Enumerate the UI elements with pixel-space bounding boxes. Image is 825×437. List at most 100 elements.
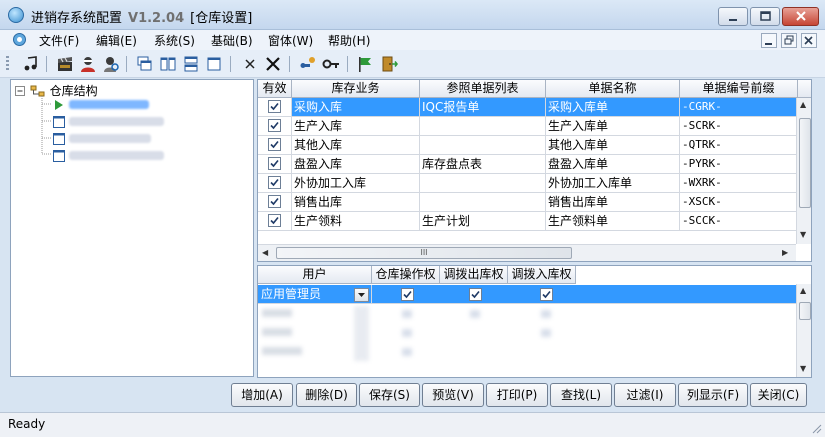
tree-item-4[interactable]	[53, 148, 164, 164]
user-dropdown-button[interactable]	[354, 288, 369, 302]
cell-business[interactable]: 外协加工入库	[292, 174, 420, 193]
valid-checkbox[interactable]	[268, 195, 281, 208]
menu-basic[interactable]: 基础(B)	[211, 32, 253, 49]
add-button[interactable]: 增加(A)	[231, 383, 293, 407]
column-header-valid[interactable]: 有效	[258, 80, 292, 98]
column-header-in[interactable]: 调拨入库权	[508, 266, 576, 284]
scroll-thumb[interactable]	[799, 118, 811, 208]
menu-system[interactable]: 系统(S)	[154, 32, 195, 49]
scroll-right-icon[interactable]: ▶	[782, 248, 788, 257]
business-grid[interactable]: 有效 库存业务 参照单据列表 单据名称 单据编号前缀 采购入库 IQC报告单 采购入…	[257, 79, 812, 262]
scroll-up-icon[interactable]: ▲	[800, 286, 806, 295]
maximize-button[interactable]	[750, 7, 780, 26]
cell-name[interactable]: 外协加工入库单	[546, 174, 680, 193]
cell-prefix[interactable]: -SCCK-	[680, 212, 798, 231]
mdi-minimize-button[interactable]	[761, 33, 777, 48]
resize-grip-icon[interactable]	[810, 422, 822, 434]
cell-ref[interactable]: 生产计划	[420, 212, 546, 231]
menu-window[interactable]: 窗体(W)	[268, 32, 313, 49]
business-grid-hscroll[interactable]: ◀ III ▶	[258, 244, 796, 261]
minimize-button[interactable]	[718, 7, 748, 26]
tile-vertical-icon[interactable]	[159, 55, 177, 73]
tree-item-1[interactable]	[53, 97, 149, 113]
column-header-business[interactable]: 库存业务	[292, 80, 420, 98]
cell-prefix[interactable]: -XSCK-	[680, 193, 798, 212]
cell-prefix[interactable]: -WXRK-	[680, 174, 798, 193]
cell-prefix[interactable]: -CGRK-	[680, 98, 798, 117]
scroll-down-icon[interactable]: ▼	[800, 230, 806, 239]
cell-name[interactable]: 生产领料单	[546, 212, 680, 231]
cell-valid[interactable]	[258, 174, 292, 193]
cell-valid[interactable]	[258, 193, 292, 212]
valid-checkbox[interactable]	[268, 138, 281, 151]
valid-checkbox[interactable]	[268, 100, 281, 113]
cell-ref[interactable]: IQC报告单	[420, 98, 546, 117]
delete-button[interactable]: 删除(D)	[296, 383, 357, 407]
cell-business[interactable]: 生产领料	[292, 212, 420, 231]
business-grid-vscroll[interactable]: ▲ ▼	[796, 98, 811, 244]
cell-business[interactable]: 生产入库	[292, 117, 420, 136]
cell-ref[interactable]	[420, 117, 546, 136]
cell-valid[interactable]	[258, 212, 292, 231]
column-header-name[interactable]: 单据名称	[546, 80, 680, 98]
flag-icon[interactable]	[356, 55, 374, 73]
permission-grid[interactable]: 用户 仓库操作权 调拨出库权 调拨入库权 应用管理员 ▲ ▼	[257, 265, 812, 378]
cell-valid[interactable]	[258, 117, 292, 136]
valid-checkbox[interactable]	[268, 214, 281, 227]
key-icon[interactable]	[322, 55, 340, 73]
column-display-button[interactable]: 列显示(F)	[678, 383, 748, 407]
cell-ref[interactable]	[420, 193, 546, 212]
cell-ref[interactable]	[420, 174, 546, 193]
filter-button[interactable]: 过滤(I)	[614, 383, 676, 407]
user-search-icon[interactable]	[102, 55, 120, 73]
valid-checkbox[interactable]	[268, 157, 281, 170]
scroll-up-icon[interactable]: ▲	[800, 100, 806, 109]
scroll-down-icon[interactable]: ▼	[800, 364, 806, 373]
column-header-op[interactable]: 仓库操作权	[372, 266, 440, 284]
save-button[interactable]: 保存(S)	[359, 383, 420, 407]
toolbar-grip[interactable]	[6, 56, 9, 72]
menu-file[interactable]: 文件(F)	[39, 32, 79, 49]
mdi-close-button[interactable]	[801, 33, 817, 48]
exit-door-icon[interactable]	[380, 55, 398, 73]
tree-item-2[interactable]	[53, 114, 164, 130]
cell-name[interactable]: 其他入库单	[546, 136, 680, 155]
column-header-user[interactable]: 用户	[258, 266, 372, 284]
cascade-icon[interactable]	[136, 55, 154, 73]
cell-business[interactable]: 采购入库	[292, 98, 420, 117]
clapboard-icon[interactable]	[56, 55, 74, 73]
collapse-icon[interactable]	[15, 86, 26, 97]
close-window-button[interactable]	[782, 7, 819, 26]
user-red-icon[interactable]	[79, 55, 97, 73]
cell-ref[interactable]	[420, 136, 546, 155]
in-permission-checkbox[interactable]	[540, 288, 553, 301]
menu-help[interactable]: 帮助(H)	[328, 32, 370, 49]
cell-name[interactable]: 销售出库单	[546, 193, 680, 212]
op-permission-checkbox[interactable]	[401, 288, 414, 301]
close-all-icon[interactable]	[264, 55, 282, 73]
warehouse-tree[interactable]: 仓库结构	[10, 79, 254, 377]
music-icon[interactable]	[22, 55, 40, 73]
tile-horizontal-icon[interactable]	[182, 55, 200, 73]
user-key-icon[interactable]	[299, 55, 317, 73]
find-button[interactable]: 查找(L)	[550, 383, 612, 407]
column-header-ref[interactable]: 参照单据列表	[420, 80, 546, 98]
print-button[interactable]: 打印(P)	[486, 383, 548, 407]
cell-name[interactable]: 生产入库单	[546, 117, 680, 136]
cell-ref[interactable]: 库存盘点表	[420, 155, 546, 174]
column-header-prefix[interactable]: 单据编号前缀	[680, 80, 798, 98]
preview-button[interactable]: 预览(V)	[422, 383, 484, 407]
window-icon[interactable]	[205, 55, 223, 73]
cell-business[interactable]: 其他入库	[292, 136, 420, 155]
cell-prefix[interactable]: -SCRK-	[680, 117, 798, 136]
cell-valid[interactable]	[258, 98, 292, 117]
cell-valid[interactable]	[258, 136, 292, 155]
mdi-restore-button[interactable]	[781, 33, 797, 48]
valid-checkbox[interactable]	[268, 119, 281, 132]
cell-business[interactable]: 盘盈入库	[292, 155, 420, 174]
scroll-left-icon[interactable]: ◀	[262, 248, 268, 257]
permission-grid-vscroll[interactable]: ▲ ▼	[796, 284, 811, 377]
scroll-thumb[interactable]	[799, 302, 811, 320]
close-icon[interactable]	[241, 55, 259, 73]
column-header-out[interactable]: 调拨出库权	[440, 266, 508, 284]
